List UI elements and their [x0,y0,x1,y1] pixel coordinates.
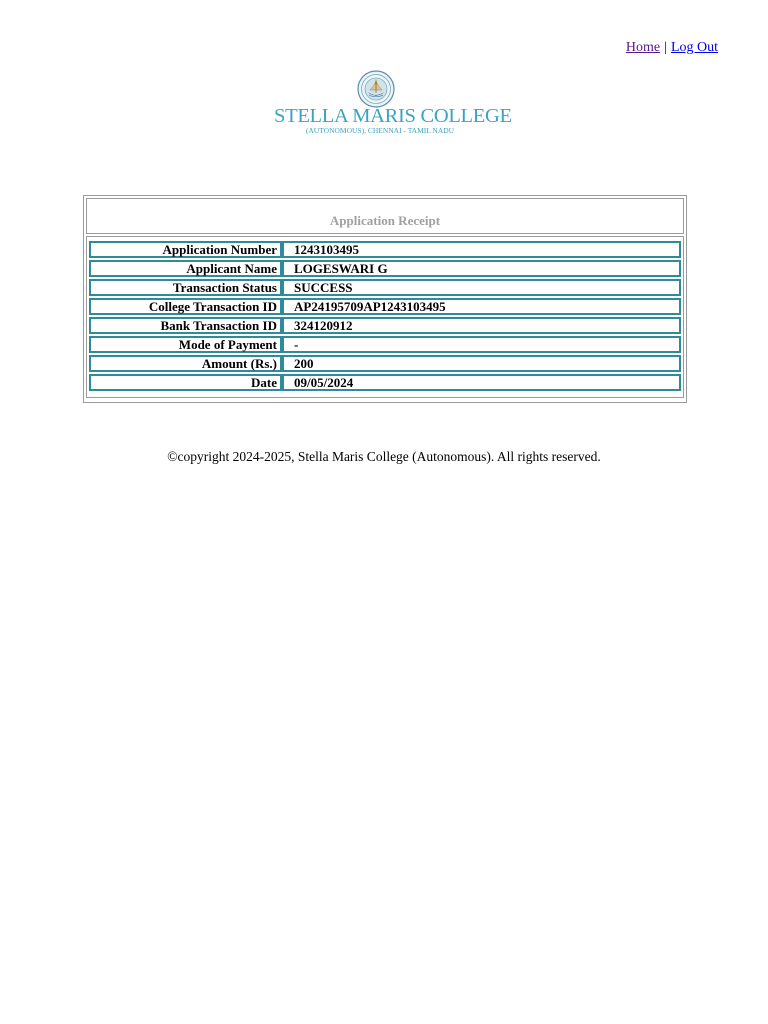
logout-link[interactable]: Log Out [671,40,718,55]
row-label: Applicant Name [89,260,282,277]
table-row: Mode of Payment - [89,336,681,353]
row-value: 200 [282,355,681,372]
home-link[interactable]: Home [626,40,660,55]
receipt-panel: Application Receipt Application Number 1… [83,195,687,403]
row-value: SUCCESS [282,279,681,296]
row-value: 324120912 [282,317,681,334]
table-row: Bank Transaction ID 324120912 [89,317,681,334]
nav-separator: | [664,40,667,55]
row-value: 1243103495 [282,241,681,258]
college-subtitle: (AUTONOMOUS), CHENNAI - TAMIL NADU [305,126,455,135]
receipt-table: Application Number 1243103495 Applicant … [89,239,681,393]
row-label: Transaction Status [89,279,282,296]
table-row: Application Number 1243103495 [89,241,681,258]
row-label: College Transaction ID [89,298,282,315]
table-row: Transaction Status SUCCESS [89,279,681,296]
college-logo: STELLA MARIS COLLEGE (AUTONOMOUS), CHENN… [274,70,512,138]
college-seal-icon [357,70,395,108]
college-name: STELLA MARIS COLLEGE [274,105,512,127]
table-row: College Transaction ID AP24195709AP12431… [89,298,681,315]
top-nav: Home | Log Out [626,39,718,57]
receipt-details: Application Number 1243103495 Applicant … [86,236,684,398]
row-value: LOGESWARI G [282,260,681,277]
row-label: Amount (Rs.) [89,355,282,372]
receipt-title: Application Receipt [86,198,684,234]
row-label: Bank Transaction ID [89,317,282,334]
row-value: 09/05/2024 [282,374,681,391]
row-label: Date [89,374,282,391]
table-row: Amount (Rs.) 200 [89,355,681,372]
row-label: Application Number [89,241,282,258]
table-row: Date 09/05/2024 [89,374,681,391]
row-label: Mode of Payment [89,336,282,353]
table-row: Applicant Name LOGESWARI G [89,260,681,277]
row-value: AP24195709AP1243103495 [282,298,681,315]
copyright-footer: ©copyright 2024-2025, Stella Maris Colle… [167,449,601,464]
row-value: - [282,336,681,353]
